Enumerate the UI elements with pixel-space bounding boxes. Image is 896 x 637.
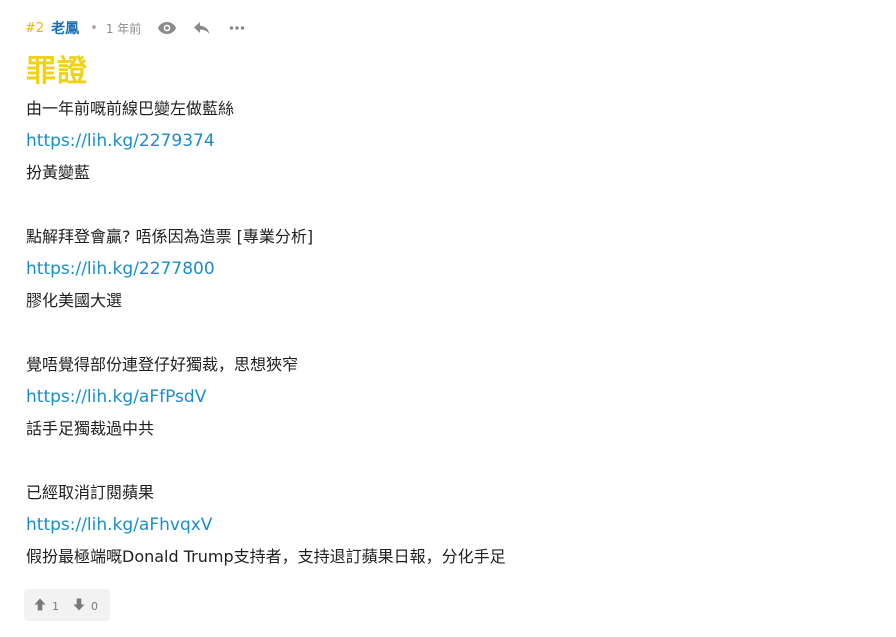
body-line: 假扮最極端嘅Donald Trump支持者，支持退訂蘋果日報，分化手足	[26, 547, 506, 566]
thumbs-up-icon	[34, 596, 46, 615]
body-link[interactable]: https://lih.kg/2279374	[26, 125, 866, 157]
post-container: #2 老鳳 • 1 年前 罪證 由一年前嘅前線巴變左做藍絲 https://li…	[0, 0, 896, 637]
body-line: 膠化美國大選	[26, 291, 123, 310]
downvote-button[interactable]: 0	[73, 596, 98, 615]
vote-bar: 1 0	[24, 589, 110, 621]
floor-number: #2	[25, 20, 45, 36]
eye-icon[interactable]	[156, 17, 178, 39]
reply-icon[interactable]	[191, 17, 213, 39]
body-line: 覺唔覺得部份連登仔好獨裁，思想狹窄	[26, 355, 299, 374]
meta-separator: •	[90, 20, 98, 36]
body-line: 由一年前嘅前線巴變左做藍絲	[26, 99, 235, 118]
body-link[interactable]: https://lih.kg/2277800	[26, 253, 866, 285]
author-name[interactable]: 老鳳	[51, 18, 79, 38]
upvote-button[interactable]: 1	[34, 596, 59, 615]
post-body: 由一年前嘅前線巴變左做藍絲 https://lih.kg/2279374 扮黃變…	[26, 93, 866, 573]
upvote-count: 1	[52, 600, 59, 613]
post-meta: #2 老鳳 • 1 年前	[25, 17, 261, 39]
body-link[interactable]: https://lih.kg/aFfPsdV	[26, 381, 866, 413]
thumbs-down-icon	[73, 596, 85, 615]
more-icon[interactable]	[226, 17, 248, 39]
body-line: 扮黃變藍	[26, 163, 91, 182]
downvote-count: 0	[91, 600, 98, 613]
body-link[interactable]: https://lih.kg/aFhvqxV	[26, 509, 866, 541]
body-line: 已經取消訂閱蘋果	[26, 483, 155, 502]
body-line: 話手足獨裁過中共	[26, 419, 155, 438]
post-title: 罪證	[26, 54, 88, 89]
post-time: 1 年前	[105, 21, 142, 36]
body-line: 點解拜登會贏? 唔係因為造票 [專業分析]	[26, 227, 314, 246]
